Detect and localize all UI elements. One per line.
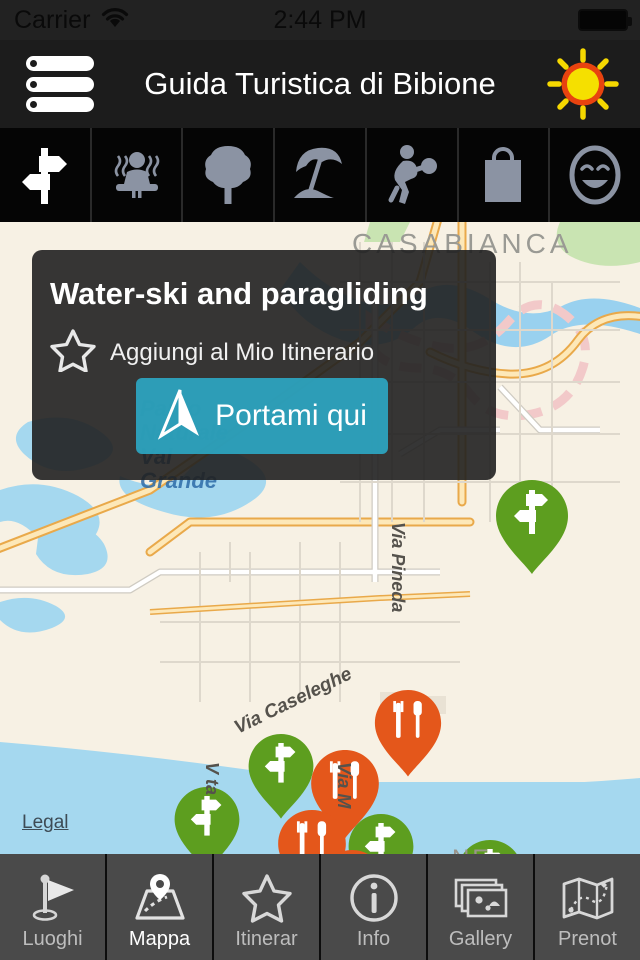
popup-title: Water-ski and paragliding (50, 276, 428, 311)
category-tree[interactable] (183, 128, 276, 222)
beach-umbrella-icon (288, 146, 352, 204)
add-to-itinerary-button[interactable]: Aggiungi al Mio Itinerario (50, 328, 374, 377)
category-shopping[interactable] (458, 128, 551, 222)
svg-text:Via M: Via M (334, 762, 354, 809)
tab-info[interactable]: Info (321, 854, 428, 960)
status-bar-time: 2:44 PM (273, 5, 367, 34)
category-signpost[interactable] (0, 128, 92, 222)
tab-luoghi[interactable]: Luoghi (0, 854, 107, 960)
tab-gallery[interactable]: Gallery (428, 854, 535, 960)
flag-icon (26, 870, 80, 926)
tree-icon (202, 144, 254, 206)
tab-label: Mappa (128, 927, 191, 950)
tab-label: Luoghi (22, 927, 83, 950)
tab-mappa[interactable]: Mappa (107, 854, 214, 960)
tab-prenot[interactable]: Prenot (535, 854, 640, 960)
category-toolbar (0, 128, 640, 222)
star-icon (50, 328, 96, 377)
shopping-bag-icon (480, 146, 526, 204)
folded-map-icon (559, 870, 617, 926)
smiley-icon (567, 144, 623, 206)
tab-bar: Luoghi Mappa Itinerar Info Gallery Preno… (0, 854, 640, 960)
category-smiley[interactable] (550, 128, 640, 222)
tab-label: Prenot (558, 927, 617, 950)
spa-icon (106, 146, 168, 204)
category-spa[interactable] (91, 128, 184, 222)
category-beach[interactable] (275, 128, 367, 222)
app-root: Carrier 2:44 PM Guida Turistica di Bibio… (0, 0, 640, 960)
svg-text:NE: NE (452, 845, 491, 854)
category-sports[interactable] (366, 128, 459, 222)
star-icon (239, 870, 295, 926)
sports-icon (385, 144, 439, 206)
signpost-icon (17, 144, 73, 206)
status-bar: Carrier 2:44 PM (0, 0, 640, 40)
battery-icon (578, 9, 632, 31)
take-me-there-label: Portami qui (215, 399, 367, 432)
tab-itinerar[interactable]: Itinerar (214, 854, 321, 960)
place-popup-card[interactable]: Water-ski and paragliding Aggiungi al Mi… (32, 250, 496, 480)
add-to-itinerary-label: Aggiungi al Mio Itinerario (110, 338, 375, 366)
map-pin-icon (131, 870, 189, 926)
status-bar-right (578, 9, 632, 31)
tab-label: Gallery (448, 927, 513, 950)
nav-bar: Guida Turistica di Bibione (0, 40, 640, 128)
gallery-icon (452, 870, 510, 926)
take-me-there-button[interactable]: Portami qui (136, 378, 388, 454)
tab-label: Info (356, 927, 391, 950)
svg-text:Via Pineda: Via Pineda (388, 522, 408, 612)
legal-link[interactable]: Legal (22, 812, 69, 834)
navigation-arrow-icon (157, 386, 203, 447)
info-icon (348, 870, 400, 926)
tab-label: Itinerar (235, 927, 298, 950)
svg-text:V ta: V ta (202, 762, 222, 795)
sun-icon[interactable] (544, 45, 622, 123)
